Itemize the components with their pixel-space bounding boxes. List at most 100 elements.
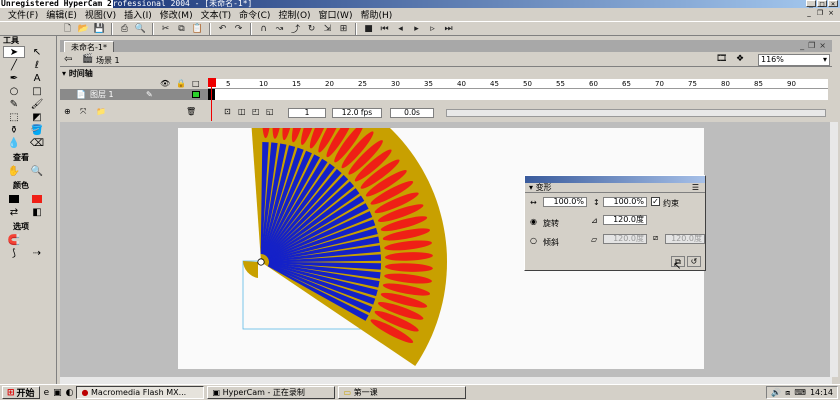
- doc-tab-restore-icon[interactable]: ❐: [808, 41, 815, 50]
- line-tool-icon[interactable]: ╱: [3, 59, 25, 71]
- taskbar-item-flash[interactable]: ● Macromedia Flash MX...: [76, 386, 205, 399]
- pencil-tool-icon[interactable]: ✎: [3, 98, 25, 110]
- stage-area[interactable]: [60, 122, 832, 377]
- cut-icon[interactable]: ✂: [158, 22, 173, 35]
- transform-panel-titlebar[interactable]: [525, 176, 705, 183]
- timeline-hscrollbar[interactable]: [446, 109, 826, 117]
- quicklaunch-ie-icon[interactable]: e: [44, 388, 50, 398]
- fill-transform-tool-icon[interactable]: ◩: [26, 111, 48, 123]
- center-frame-icon[interactable]: ⊡: [224, 107, 231, 116]
- skew-horizontal-field[interactable]: 120.0度: [603, 234, 647, 244]
- oval-tool-icon[interactable]: ○: [3, 85, 25, 97]
- playback-play-icon[interactable]: ▸: [409, 22, 424, 35]
- zoom-select[interactable]: 116% ▾: [758, 54, 830, 66]
- edit-symbols-icon[interactable]: ❖: [736, 54, 744, 64]
- paint-bucket-tool-icon[interactable]: 🪣: [26, 124, 48, 136]
- close-button[interactable]: ×: [828, 0, 838, 8]
- quicklaunch-desktop-icon[interactable]: ▣: [53, 388, 62, 398]
- eye-icon[interactable]: 👁: [160, 79, 170, 88]
- maximize-button[interactable]: □: [817, 0, 827, 8]
- input-method-icon[interactable]: ⌨: [794, 388, 806, 397]
- snap-to-objects-icon[interactable]: 🧲: [3, 234, 25, 246]
- eyedropper-tool-icon[interactable]: 💧: [3, 137, 25, 149]
- taskbar-item-hypercam[interactable]: ▣ HyperCam - 正在录制: [207, 386, 336, 399]
- hand-tool-icon[interactable]: ✋: [3, 165, 25, 177]
- rectangle-tool-icon[interactable]: □: [26, 85, 48, 97]
- subselect-tool-icon[interactable]: ↖: [26, 46, 48, 58]
- skew-radio[interactable]: ○: [530, 236, 537, 245]
- quicklaunch-media-icon[interactable]: ◐: [66, 388, 74, 398]
- playback-stop-icon[interactable]: ■: [361, 22, 376, 35]
- menu-text[interactable]: 文本(T): [199, 8, 238, 21]
- snap-magnet-icon[interactable]: ∩: [256, 22, 271, 35]
- scale-icon[interactable]: ⇲: [320, 22, 335, 35]
- menu-edit[interactable]: 编辑(E): [44, 8, 83, 21]
- print-preview-icon[interactable]: 🔍: [133, 22, 148, 35]
- clock[interactable]: 14:14: [810, 388, 833, 397]
- doc-restore-button[interactable]: ❐: [815, 9, 825, 18]
- reset-transform-button[interactable]: ↺: [687, 256, 701, 267]
- playback-end-icon[interactable]: ⏭: [441, 22, 456, 35]
- delete-layer-icon[interactable]: 🗑: [186, 107, 196, 116]
- straighten-icon[interactable]: ⤴: [288, 22, 303, 35]
- menu-modify[interactable]: 修改(M): [158, 8, 199, 21]
- straighten-option-icon[interactable]: ⇢: [26, 247, 48, 259]
- edit-scene-icon[interactable]: 🎞: [716, 54, 727, 64]
- playhead[interactable]: [208, 78, 216, 87]
- copy-icon[interactable]: ⧉: [174, 22, 189, 35]
- layer-color-swatch[interactable]: [192, 91, 200, 98]
- fill-color-swatch[interactable]: [26, 193, 48, 205]
- fps-field[interactable]: 12.0 fps: [332, 108, 382, 118]
- menu-help[interactable]: 帮助(H): [358, 8, 398, 21]
- frame-ruler[interactable]: 5 10 15 20 25 30 35 40 45 50 55 60 65 70 75 80 85 90: [208, 79, 828, 89]
- onion-skin-icon[interactable]: ◫: [238, 107, 246, 116]
- add-guide-layer-icon[interactable]: ⤧: [80, 107, 86, 117]
- rotate-value-field[interactable]: 120.0度: [603, 215, 647, 225]
- menu-insert[interactable]: 插入(I): [122, 8, 158, 21]
- layer-name[interactable]: 图层 1: [90, 90, 114, 99]
- ink-bottle-tool-icon[interactable]: ⚱: [3, 124, 25, 136]
- align-icon[interactable]: ⊞: [336, 22, 351, 35]
- playback-step-back-icon[interactable]: ◂: [393, 22, 408, 35]
- lock-icon[interactable]: 🔒: [176, 79, 186, 88]
- add-layer-icon[interactable]: ⊕: [64, 107, 71, 116]
- print-icon[interactable]: ⎙: [117, 22, 132, 35]
- eraser-tool-icon[interactable]: ⌫: [26, 137, 48, 149]
- paste-icon[interactable]: 📋: [190, 22, 205, 35]
- undo-icon[interactable]: ↶: [215, 22, 230, 35]
- network-icon[interactable]: ⧈: [785, 388, 790, 398]
- outline-icon[interactable]: □: [192, 79, 200, 88]
- playback-step-forward-icon[interactable]: ▹: [425, 22, 440, 35]
- doc-tab-close-icon[interactable]: ×: [819, 41, 826, 50]
- menu-window[interactable]: 窗口(W): [317, 8, 359, 21]
- skew-vertical-field[interactable]: 120.0度: [665, 234, 705, 244]
- free-transform-tool-icon[interactable]: ⬚: [3, 111, 25, 123]
- doc-close-button[interactable]: ×: [826, 9, 836, 18]
- brush-tool-icon[interactable]: 🖌: [26, 98, 48, 110]
- minimize-button[interactable]: _: [806, 0, 816, 8]
- stage-hscrollbar[interactable]: [60, 377, 832, 384]
- speaker-icon[interactable]: 🔊: [771, 388, 781, 397]
- lasso-tool-icon[interactable]: ℓ: [26, 59, 48, 71]
- menu-commands[interactable]: 命令(C): [237, 8, 276, 21]
- collapse-arrow-icon[interactable]: ▾: [62, 69, 66, 78]
- rotate-radio[interactable]: ◉: [530, 217, 537, 226]
- height-percent-field[interactable]: 100.0%: [603, 197, 647, 207]
- smooth-option-icon[interactable]: ⟆: [3, 247, 25, 259]
- rotate-icon[interactable]: ↻: [304, 22, 319, 35]
- smooth-icon[interactable]: ↝: [272, 22, 287, 35]
- menu-file[interactable]: 文件(F): [6, 8, 44, 21]
- width-percent-field[interactable]: 100.0%: [543, 197, 587, 207]
- save-icon[interactable]: 💾: [92, 22, 107, 35]
- scene-label[interactable]: 场景 1: [96, 55, 120, 66]
- back-arrow-icon[interactable]: ⇦: [64, 54, 72, 65]
- add-folder-icon[interactable]: 📁: [96, 107, 106, 116]
- document-tab[interactable]: 未命名-1*: [64, 41, 114, 52]
- doc-tab-minimize-icon[interactable]: _: [800, 41, 804, 50]
- frame-row[interactable]: [208, 89, 828, 100]
- stage-vscrollbar[interactable]: [830, 122, 838, 377]
- doc-minimize-button[interactable]: _: [804, 9, 814, 18]
- taskbar-item-folder[interactable]: ▭ 第一课: [338, 386, 467, 399]
- menu-control[interactable]: 控制(O): [276, 8, 316, 21]
- redo-icon[interactable]: ↷: [231, 22, 246, 35]
